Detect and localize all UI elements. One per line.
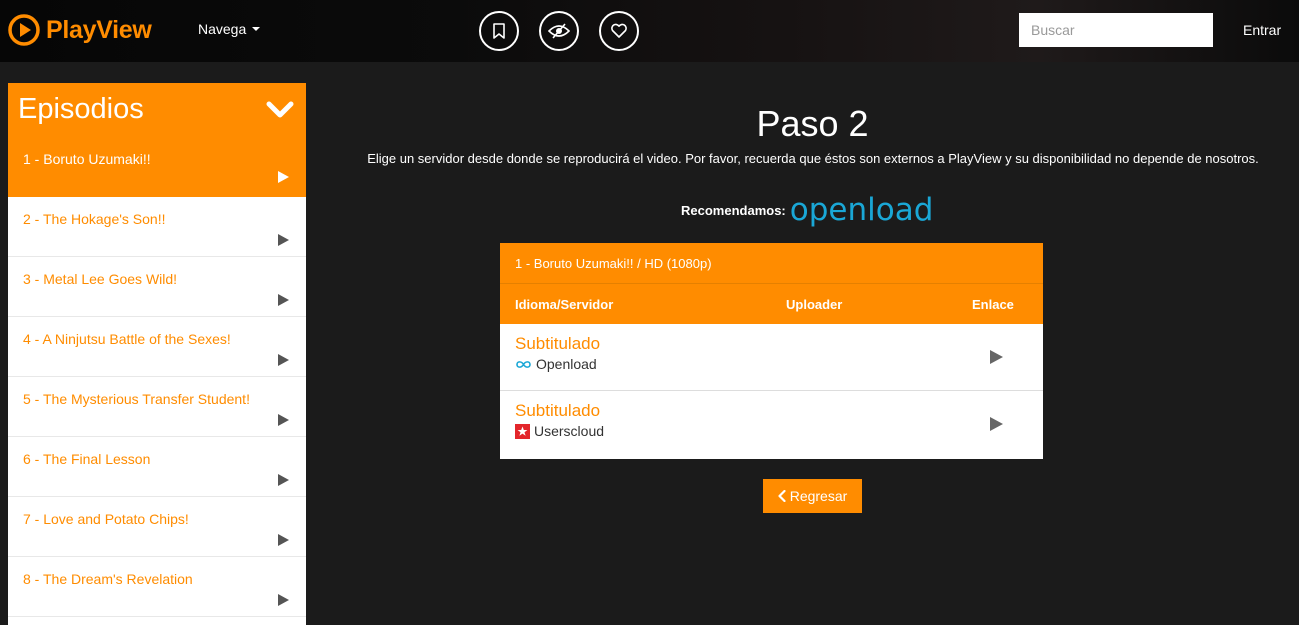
infinity-icon [516,360,531,368]
col-uploader: Uploader [786,297,843,312]
favorite-button[interactable] [599,11,639,51]
server-name: Userscloud [515,423,604,439]
play-link-icon[interactable] [990,417,1003,431]
server-row[interactable]: Subtitulado Userscloud [500,391,1043,458]
openload-logo[interactable]: openload [790,192,934,228]
play-icon [278,294,289,306]
table-title: 1 - Boruto Uzumaki!! / HD (1080p) [500,243,1043,284]
navega-dropdown[interactable]: Navega [198,21,261,37]
bookmark-icon [493,23,505,39]
episode-item-2[interactable]: 2 - The Hokage's Son!! [8,197,306,257]
episode-item-3[interactable]: 3 - Metal Lee Goes Wild! [8,257,306,317]
brand-logo[interactable]: PlayView [7,12,152,48]
page-description: Elige un servidor desde donde se reprodu… [367,151,1259,166]
col-enlace: Enlace [972,297,1014,312]
episode-label: 4 - A Ninjutsu Battle of the Sexes! [23,331,231,347]
navega-label: Navega [198,21,247,37]
chevron-left-icon [778,490,786,502]
server-language: Subtitulado [515,334,601,353]
episode-item-5[interactable]: 5 - The Mysterious Transfer Student! [8,377,306,437]
recommend-label: Recomendamos: [681,202,786,218]
episode-label: 5 - The Mysterious Transfer Student! [23,391,250,407]
back-label: Regresar [789,488,848,504]
server-label: Openload [536,356,597,372]
heart-icon [611,23,627,38]
play-icon [278,354,289,366]
play-icon [278,474,289,486]
play-icon [278,414,289,426]
episode-label: 2 - The Hokage's Son!! [23,211,166,227]
episodes-sidebar: Episodios 1 - Boruto Uzumaki!! 2 - The H… [8,83,306,625]
hidden-button[interactable] [539,11,579,51]
episode-item-8[interactable]: 8 - The Dream's Revelation [8,557,306,617]
table-header: Idioma/Servidor Uploader Enlace [500,284,1043,324]
episode-item-6[interactable]: 6 - The Final Lesson [8,437,306,497]
eye-slash-icon [548,23,570,39]
episode-label: 1 - Boruto Uzumaki!! [23,151,151,167]
login-link[interactable]: Entrar [1243,22,1281,38]
server-language: Subtitulado [515,401,601,420]
back-button[interactable]: Regresar [763,479,862,513]
openload-wordmark: openload [789,192,934,228]
star-icon [515,423,530,439]
play-icon [278,171,289,183]
episode-label: 3 - Metal Lee Goes Wild! [23,271,178,287]
server-name: Openload [515,356,597,372]
recommendation: Recomendamos: openload [681,192,933,228]
play-icon [278,234,289,246]
search-input[interactable] [1019,13,1213,47]
episode-label: 6 - The Final Lesson [23,451,151,467]
bookmark-button[interactable] [479,11,519,51]
episode-item-7[interactable]: 7 - Love and Potato Chips! [8,497,306,557]
server-row[interactable]: Subtitulado Openload [500,324,1043,391]
play-icon [278,534,289,546]
episode-item-4[interactable]: 4 - A Ninjutsu Battle of the Sexes! [8,317,306,377]
episode-label: 7 - Love and Potato Chips! [23,511,189,527]
episode-label: 8 - The Dream's Revelation [23,571,193,587]
episode-item-1[interactable]: 1 - Boruto Uzumaki!! [8,137,306,197]
col-idioma: Idioma/Servidor [515,297,614,312]
server-label: Userscloud [534,423,605,439]
server-table: 1 - Boruto Uzumaki!! / HD (1080p) Idioma… [500,243,1043,459]
brand-name: PlayView [46,15,152,44]
page-title: Paso 2 [756,103,869,144]
play-link-icon[interactable] [990,350,1003,364]
play-icon [278,594,289,606]
top-navbar: PlayView Navega Entrar [0,0,1299,62]
caret-down-icon [252,27,261,31]
play-logo-icon [8,14,40,46]
